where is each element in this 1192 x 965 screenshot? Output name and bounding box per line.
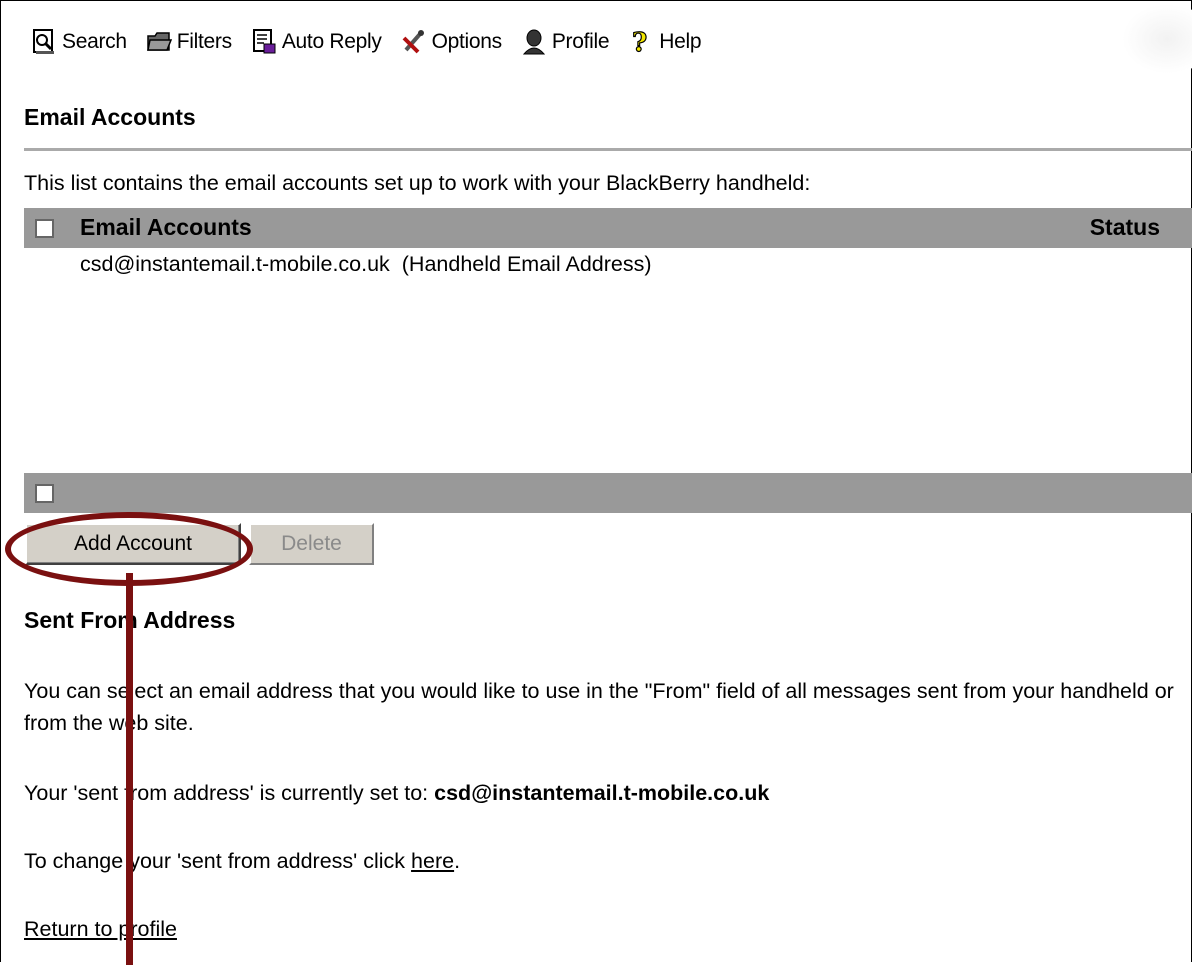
change-sent-from-link[interactable]: here [411,849,454,873]
sent-from-change-suffix: . [454,849,461,873]
toolbar-profile[interactable]: Profile [520,28,610,56]
select-all-footer-checkbox[interactable] [35,484,54,503]
toolbar-options[interactable]: Options [400,28,502,56]
accounts-table-footer [24,473,1192,513]
sent-from-current-value: csd@instantemail.t-mobile.co.uk [434,781,770,805]
auto-reply-doc-icon [252,29,276,54]
add-account-button[interactable]: Add Account [25,523,241,565]
toolbar-help-label: Help [659,30,702,53]
toolbar-filters-label: Filters [176,30,232,53]
select-all-checkbox[interactable] [35,219,54,238]
accounts-intro-text: This list contains the email accounts se… [24,171,811,195]
return-profile-container: Return to profile [24,913,177,945]
column-header-status: Status [1089,214,1160,240]
folder-icon [146,32,172,51]
return-to-profile-link[interactable]: Return to profile [24,917,177,941]
account-note: (Handheld Email Address) [401,252,652,276]
options-tools-icon [402,30,424,54]
delete-button[interactable]: Delete [249,523,374,565]
search-page-icon [33,29,54,54]
toolbar-filters[interactable]: Filters [145,28,232,56]
table-row: csd@instantemail.t-mobile.co.uk (Handhel… [80,252,652,277]
question-mark-icon: ? [632,28,648,56]
sent-from-change: To change your 'sent from address' click… [24,845,460,877]
toolbar: Search Filters Auto Reply Options Profil… [30,22,719,62]
email-accounts-heading: Email Accounts [24,104,196,130]
sent-from-heading: Sent From Address [24,607,236,633]
svg-text:?: ? [632,28,647,56]
toolbar-help[interactable]: ? Help [627,28,702,56]
sent-from-change-prefix: To change your 'sent from address' click [24,849,406,873]
person-bust-icon [522,29,545,55]
accounts-table-header: Email Accounts Status [24,208,1192,248]
toolbar-auto-reply-label: Auto Reply [281,30,382,53]
toolbar-profile-label: Profile [551,30,610,53]
sent-from-description: You can select an email address that you… [24,679,1174,735]
sent-from-current-prefix: Your 'sent from address' is currently se… [24,781,429,805]
account-address: csd@instantemail.t-mobile.co.uk [80,252,390,276]
sent-from-current: Your 'sent from address' is currently se… [24,777,769,809]
toolbar-options-label: Options [431,30,503,53]
toolbar-auto-reply[interactable]: Auto Reply [250,28,382,56]
column-header-email-accounts: Email Accounts [80,214,252,240]
toolbar-search-label: Search [62,30,127,53]
section-divider [24,148,1192,151]
toolbar-search[interactable]: Search [30,28,127,56]
